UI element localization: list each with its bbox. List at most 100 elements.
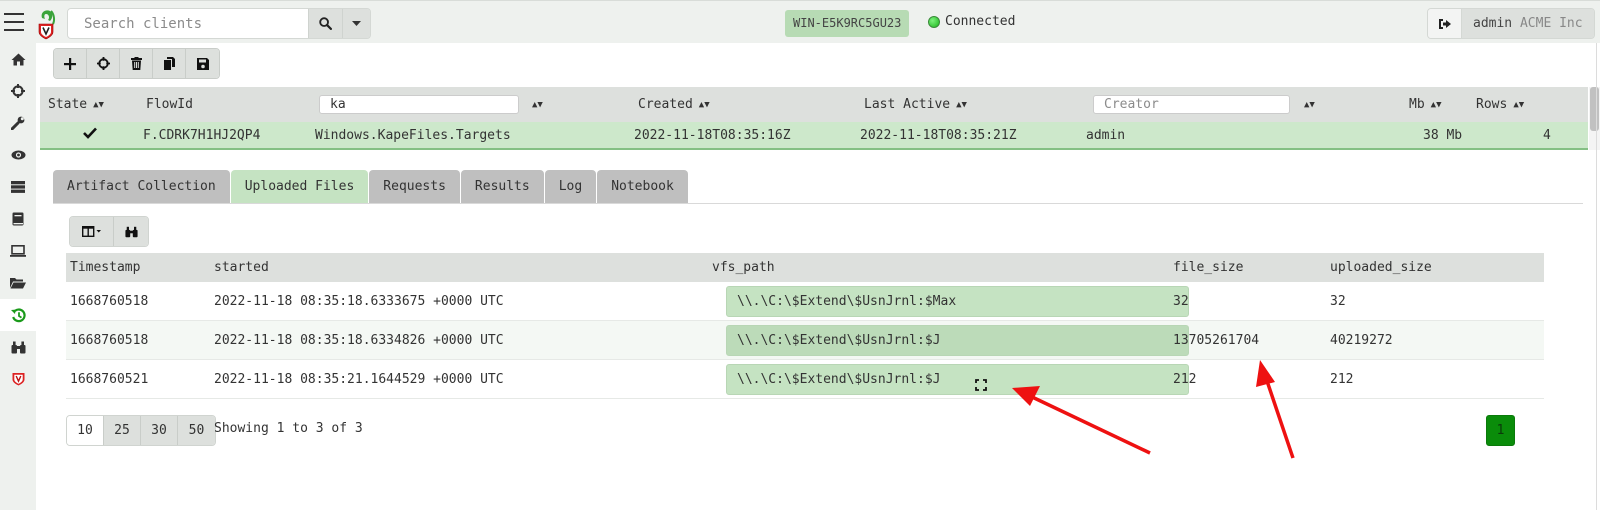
- search-icon: [319, 17, 332, 30]
- sidebar-item-hunt-manager[interactable]: [0, 75, 36, 107]
- artifact-filter-input[interactable]: [319, 95, 519, 114]
- sort-icon[interactable]: ▲▼: [699, 100, 710, 110]
- flow-row-selected[interactable]: F.CDRK7H1HJ2QP4 Windows.KapeFiles.Target…: [40, 122, 1588, 150]
- sidebar-item-collected-artifacts[interactable]: [0, 299, 36, 331]
- sidebar-item-notebooks[interactable]: [0, 203, 36, 235]
- page-size-selector: 10 25 30 50: [66, 415, 216, 446]
- search-table-button[interactable]: [114, 217, 148, 246]
- sidebar-item-view-artifacts[interactable]: [0, 107, 36, 139]
- sidebar-item-home[interactable]: [0, 43, 36, 75]
- tab-uploaded-files[interactable]: Uploaded Files: [230, 170, 369, 204]
- sign-out-icon: [1438, 18, 1451, 29]
- sort-icon[interactable]: ▲▼: [93, 100, 104, 110]
- page-size-50[interactable]: 50: [178, 416, 215, 445]
- flows-toolbar: [53, 48, 220, 79]
- flows-table-header: State ▲▼ FlowId ▲▼ Created ▲▼ Last Active ▲…: [40, 87, 1588, 122]
- cell-timestamp: 1668760521: [70, 372, 149, 387]
- flow-last-active: 2022-11-18T08:35:21Z: [860, 128, 1017, 143]
- column-header-timestamp[interactable]: Timestamp: [70, 260, 140, 275]
- copy-collection-button[interactable]: [153, 49, 186, 78]
- sort-icon[interactable]: ▲▼: [1431, 100, 1442, 110]
- column-header-uploaded-size[interactable]: uploaded_size: [1330, 260, 1432, 275]
- sidebar: [0, 43, 36, 510]
- column-header-started[interactable]: started: [214, 260, 269, 275]
- tab-artifact-collection[interactable]: Artifact Collection: [53, 170, 230, 204]
- column-header-last-active[interactable]: Last Active ▲▼: [864, 97, 967, 112]
- columns-icon: [81, 226, 101, 237]
- sort-icon[interactable]: ▲▼: [956, 100, 967, 110]
- column-label: State: [48, 97, 88, 112]
- column-header-mb[interactable]: Mb ▲▼: [1409, 97, 1442, 112]
- sidebar-item-hunt[interactable]: [0, 331, 36, 363]
- hamburger-menu-icon[interactable]: [4, 13, 24, 31]
- sidebar-item-server-artifacts[interactable]: [0, 171, 36, 203]
- sidebar-item-virtual-filesystem[interactable]: [0, 267, 36, 299]
- caret-down-icon: [352, 21, 361, 26]
- server-icon: [11, 181, 25, 193]
- sidebar-item-event-monitoring[interactable]: [0, 139, 36, 171]
- search-button[interactable]: [308, 9, 342, 38]
- table-row: 1668760518 2022-11-18 08:35:18.6334826 +…: [66, 321, 1544, 360]
- column-header-flowid: FlowId: [146, 97, 193, 112]
- page-size-30[interactable]: 30: [141, 416, 178, 445]
- search-dropdown-button[interactable]: [342, 9, 370, 38]
- column-header-created[interactable]: Created ▲▼: [638, 97, 710, 112]
- add-icon: [64, 57, 76, 70]
- table-row: 1668760518 2022-11-18 08:35:18.6333675 +…: [66, 282, 1544, 321]
- sort-icon[interactable]: ▲▼: [526, 97, 543, 112]
- client-id-badge[interactable]: WIN-E5K9RC5GU23: [785, 10, 910, 37]
- logout-button[interactable]: [1428, 9, 1462, 38]
- sidebar-item-host-information[interactable]: [0, 235, 36, 267]
- save-collection-button[interactable]: [186, 49, 219, 78]
- column-label: Last Active: [864, 97, 951, 112]
- page-size-10[interactable]: 10: [67, 416, 104, 445]
- column-header-file-size[interactable]: file_size: [1173, 260, 1243, 275]
- cell-started: 2022-11-18 08:35:21.1644529 +0000 UTC: [214, 372, 504, 387]
- home-icon: [11, 53, 25, 65]
- cell-uploaded-size: 32: [1330, 294, 1346, 309]
- expand-icon[interactable]: [975, 373, 987, 391]
- vfs-path-link[interactable]: \\.\C:\$Extend\$UsnJrnl:$J: [726, 364, 1189, 395]
- client-search-group: [67, 8, 371, 39]
- table-header: Timestamp started vfs_path file_size upl…: [66, 253, 1544, 282]
- flow-created: 2022-11-18T08:35:16Z: [634, 128, 791, 143]
- sort-icon[interactable]: ▲▼: [1513, 100, 1524, 110]
- creator-filter-input[interactable]: [1093, 95, 1290, 114]
- column-header-state[interactable]: State ▲▼: [48, 97, 104, 112]
- flows-scrollbar[interactable]: [1589, 87, 1600, 150]
- binoculars-icon: [11, 341, 25, 353]
- page-size-25[interactable]: 25: [104, 416, 141, 445]
- add-to-hunt-button[interactable]: [87, 49, 120, 78]
- client-search-input[interactable]: [68, 9, 308, 38]
- uploaded-files-table: Timestamp started vfs_path file_size upl…: [66, 253, 1544, 399]
- vfs-path-text: \\.\C:\$Extend\$UsnJrnl:$J: [737, 372, 941, 387]
- folder-open-icon: [10, 278, 26, 289]
- tab-notebook[interactable]: Notebook: [597, 170, 688, 204]
- new-collection-button[interactable]: [54, 49, 87, 78]
- user-org-label[interactable]: admin ACME Inc: [1462, 9, 1594, 38]
- column-selector-button[interactable]: [70, 217, 114, 246]
- sort-icon[interactable]: ▲▼: [1298, 97, 1315, 112]
- column-header-rows[interactable]: Rows ▲▼: [1476, 97, 1524, 112]
- cell-started: 2022-11-18 08:35:18.6334826 +0000 UTC: [214, 333, 504, 348]
- scrollbar-thumb[interactable]: [1590, 87, 1599, 131]
- velociraptor-shield-icon: [12, 373, 24, 386]
- tab-results[interactable]: Results: [460, 170, 544, 204]
- delete-collection-button[interactable]: [120, 49, 153, 78]
- copy-icon: [163, 57, 175, 70]
- page-button-1[interactable]: 1: [1486, 415, 1515, 446]
- showing-count: Showing 1 to 3 of 3: [214, 421, 363, 436]
- flow-artifact: Windows.KapeFiles.Targets: [315, 128, 511, 143]
- vfs-path-link[interactable]: \\.\C:\$Extend\$UsnJrnl:$Max: [726, 286, 1189, 317]
- vfs-path-link[interactable]: \\.\C:\$Extend\$UsnJrnl:$J: [726, 325, 1189, 356]
- tab-log[interactable]: Log: [544, 170, 597, 204]
- velociraptor-logo-icon[interactable]: [36, 8, 56, 40]
- sidebar-item-welcome[interactable]: [0, 363, 36, 395]
- username: admin: [1473, 16, 1513, 31]
- column-header-vfs-path[interactable]: vfs_path: [712, 260, 775, 275]
- crosshair-icon: [96, 57, 110, 70]
- tabs-divider: [53, 203, 1583, 204]
- cell-file-size: 212: [1173, 372, 1197, 387]
- cell-started: 2022-11-18 08:35:18.6333675 +0000 UTC: [214, 294, 504, 309]
- tab-requests[interactable]: Requests: [369, 170, 460, 204]
